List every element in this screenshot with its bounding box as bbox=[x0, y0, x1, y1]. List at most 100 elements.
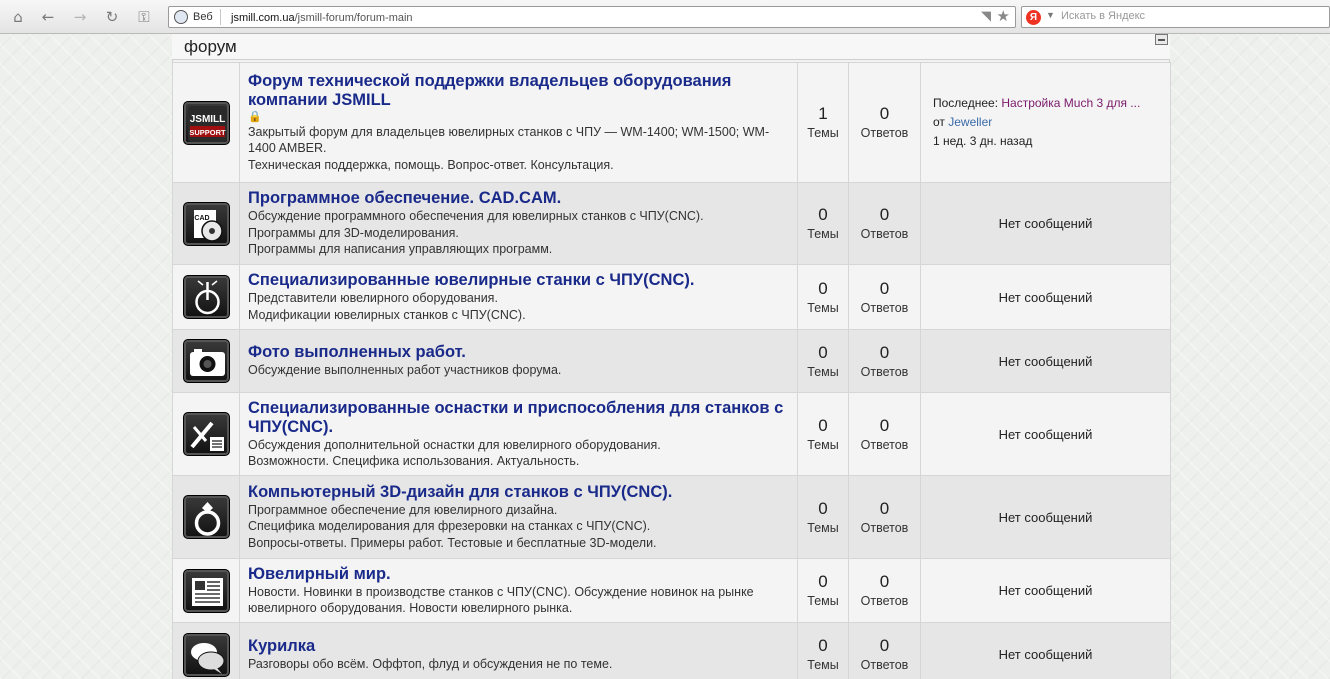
forum-row: CAD Программное обеспечение. CAD.CAM. Об… bbox=[172, 182, 1171, 265]
topics-label: Темы bbox=[807, 300, 839, 315]
newspaper-icon[interactable] bbox=[182, 568, 230, 613]
replies-label: Ответов bbox=[860, 437, 909, 452]
forum-description: Модификации ювелирных станков с ЧПУ(CNC)… bbox=[248, 307, 526, 322]
forum-description: Возможности. Специфика использования. Ак… bbox=[248, 454, 580, 468]
forum-description: Программы для 3D-моделирования. bbox=[248, 225, 459, 240]
replies-label: Ответов bbox=[860, 227, 909, 241]
key-icon[interactable]: ⚿ bbox=[134, 7, 154, 27]
forum-title-link[interactable]: Специализированные оснастки и приспособл… bbox=[248, 399, 789, 437]
scheme-label: Веб bbox=[171, 9, 221, 25]
replies-label: Ответов bbox=[860, 300, 909, 315]
cad-disc-icon[interactable]: CAD bbox=[182, 201, 230, 246]
replies-label: Ответов bbox=[860, 658, 909, 672]
topics-label: Темы bbox=[807, 594, 839, 608]
bookmark-star-icon[interactable]: ★ bbox=[997, 7, 1010, 25]
forum-row: Фото выполненных работ. Обсуждение выпол… bbox=[172, 329, 1171, 393]
forum-row: Компьютерный 3D-дизайн для станков с ЧПУ… bbox=[172, 475, 1171, 559]
forum-title-link[interactable]: Фото выполненных работ. bbox=[248, 343, 789, 362]
reload-icon[interactable]: ↻ bbox=[102, 7, 122, 27]
replies-count: 0 bbox=[879, 104, 890, 123]
last-post-by: от bbox=[933, 115, 945, 129]
camera-icon[interactable] bbox=[182, 339, 230, 383]
no-messages-label: Нет сообщений bbox=[998, 647, 1093, 662]
icon-text-brand: JSMILL bbox=[189, 114, 225, 125]
lock-icon: 🔒 bbox=[248, 110, 262, 123]
last-post-prefix: Последнее: bbox=[933, 96, 999, 110]
forum-description: Специфика моделирования для фрезеровки н… bbox=[248, 519, 651, 534]
replies-count: 0 bbox=[879, 498, 890, 518]
forum-row: Курилка Разговоры обо всём. Оффтоп, флуд… bbox=[172, 622, 1171, 679]
topics-count: 0 bbox=[818, 342, 828, 362]
address-bar[interactable]: Веб jsmill.com.ua/jsmill-forum/forum-mai… bbox=[168, 6, 1016, 28]
no-messages-label: Нет сообщений bbox=[998, 583, 1093, 598]
replies-count: 0 bbox=[879, 415, 890, 435]
topics-label: Темы bbox=[807, 126, 839, 140]
url-path: /jsmill-forum/forum-main bbox=[294, 12, 413, 24]
forum-title-link[interactable]: Программное обеспечение. CAD.CAM. bbox=[248, 189, 789, 208]
rss-icon[interactable]: ◥ bbox=[981, 8, 991, 24]
last-post-topic-link[interactable]: Настройка Much 3 для ... bbox=[1001, 96, 1140, 110]
forum-description: Программы для написания управляющих прог… bbox=[248, 242, 553, 257]
forum-description: Представители ювелирного оборудования. bbox=[248, 291, 498, 305]
last-post-time: 1 нед. 3 дн. назад bbox=[933, 134, 1033, 148]
tools-list-icon[interactable] bbox=[182, 412, 230, 456]
last-post-author-line: от Jeweller bbox=[933, 113, 1170, 132]
forum-table: JSMILL SUPPORT Форум технической поддерж… bbox=[172, 62, 1171, 679]
icon-text-cad: CAD bbox=[194, 215, 209, 222]
chat-bubbles-icon[interactable] bbox=[182, 632, 230, 677]
topics-label: Темы bbox=[807, 520, 839, 535]
jsmill-support-icon[interactable]: JSMILL SUPPORT bbox=[182, 100, 230, 145]
forum-description: Новости. Новинки в производстве станков … bbox=[248, 584, 754, 616]
last-post-line: Последнее: Настройка Much 3 для ... bbox=[933, 94, 1170, 113]
forum-description: Закрытый форум для владельцев ювелирных … bbox=[248, 124, 770, 156]
machine-icon[interactable] bbox=[182, 275, 230, 319]
topics-count: 0 bbox=[818, 205, 828, 224]
forum-title-link[interactable]: Компьютерный 3D-дизайн для станков с ЧПУ… bbox=[248, 483, 789, 502]
icon-text-support: SUPPORT bbox=[189, 128, 226, 137]
collapse-button[interactable] bbox=[1155, 34, 1168, 45]
replies-count: 0 bbox=[879, 342, 890, 362]
forum-description: Обсуждения дополнительной оснастки для ю… bbox=[248, 437, 661, 452]
forum-title-link[interactable]: Специализированные ювелирные станки с ЧП… bbox=[248, 271, 789, 290]
replies-label: Ответов bbox=[860, 520, 909, 535]
topics-count: 0 bbox=[818, 572, 828, 591]
forum-description: Обсуждение программного обеспечения для … bbox=[248, 209, 704, 224]
last-post-user-link[interactable]: Jeweller bbox=[948, 115, 992, 129]
topics-label: Темы bbox=[807, 437, 839, 452]
replies-count: 0 bbox=[879, 572, 890, 591]
forum-row: Специализированные ювелирные станки с ЧП… bbox=[172, 264, 1171, 330]
search-placeholder: Искать в Яндекс bbox=[1061, 10, 1146, 22]
topics-count: 0 bbox=[818, 415, 828, 435]
topics-count: 0 bbox=[818, 498, 828, 518]
topics-count: 0 bbox=[818, 278, 828, 298]
topics-label: Темы bbox=[807, 364, 839, 379]
replies-count: 0 bbox=[879, 636, 890, 655]
forum-title-link[interactable]: Ювелирный мир. bbox=[248, 565, 789, 584]
topics-label: Темы bbox=[807, 658, 839, 672]
url-text[interactable]: jsmill.com.ua/jsmill-forum/forum-main bbox=[231, 10, 413, 26]
forward-icon[interactable]: → bbox=[70, 7, 90, 27]
search-box[interactable]: Я ▼ Искать в Яндекс bbox=[1021, 6, 1330, 28]
forum-title-link[interactable]: Форум технической поддержки владельцев о… bbox=[248, 72, 789, 110]
engine-dropdown-icon[interactable]: ▼ bbox=[1046, 10, 1055, 20]
yandex-logo-icon[interactable]: Я bbox=[1026, 10, 1041, 25]
replies-label: Ответов bbox=[860, 126, 909, 140]
forum-title-link[interactable]: Курилка bbox=[248, 637, 789, 656]
forum-description: Обсуждение выполненных работ участников … bbox=[248, 363, 562, 378]
browser-toolbar: ⌂ ← → ↻ ⚿ Веб jsmill.com.ua/jsmill-forum… bbox=[0, 0, 1330, 34]
forum-row: Ювелирный мир. Новости. Новинки в произв… bbox=[172, 558, 1171, 623]
no-messages-label: Нет сообщений bbox=[998, 509, 1093, 525]
topics-label: Темы bbox=[807, 227, 839, 241]
forum-description: Программное обеспечение для ювелирного д… bbox=[248, 502, 558, 517]
replies-label: Ответов bbox=[860, 364, 909, 379]
replies-count: 0 bbox=[879, 205, 890, 224]
replies-label: Ответов bbox=[860, 594, 909, 608]
forum-row: Специализированные оснастки и приспособл… bbox=[172, 392, 1171, 476]
home-icon[interactable]: ⌂ bbox=[8, 7, 28, 27]
url-host: jsmill.com.ua bbox=[231, 12, 295, 24]
back-icon[interactable]: ← bbox=[38, 7, 58, 27]
forum-row: JSMILL SUPPORT Форум технической поддерж… bbox=[172, 62, 1171, 183]
topics-count: 0 bbox=[818, 636, 828, 655]
ring-icon[interactable] bbox=[182, 495, 230, 539]
section-title: форум bbox=[184, 37, 237, 56]
